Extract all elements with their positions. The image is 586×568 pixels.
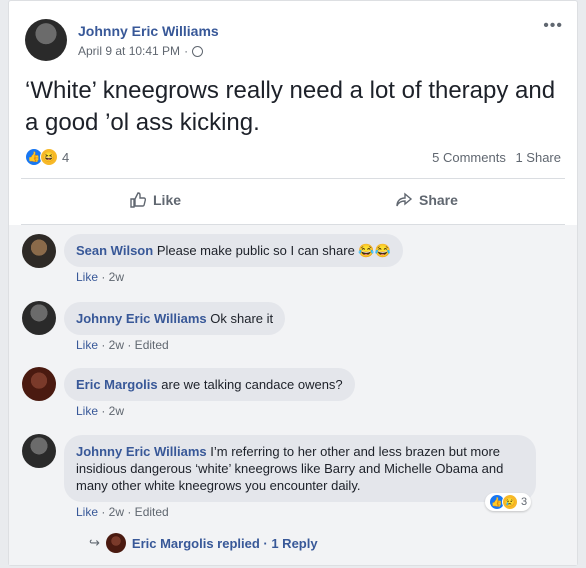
commenter-avatar[interactable]	[22, 234, 56, 268]
reply-arrow-icon: ↪	[89, 535, 100, 550]
commenter-name[interactable]: Johnny Eric Williams	[76, 444, 207, 459]
meta-separator: ·	[184, 44, 189, 58]
comment-meta-info: · 2w · Edited	[98, 505, 169, 519]
share-button[interactable]: Share	[395, 191, 458, 209]
comment-like-link[interactable]: Like	[76, 505, 98, 519]
sad-reaction-icon: 😢	[502, 494, 518, 510]
comment-reactions[interactable]: 👍 😢 3	[485, 493, 532, 511]
comment-meta: Like · 2w	[76, 270, 124, 284]
more-options-icon[interactable]: •••	[543, 17, 563, 35]
commenter-name[interactable]: Johnny Eric Williams	[76, 311, 207, 326]
divider	[21, 178, 565, 179]
post-text: ‘White’ kneegrows really need a lot of t…	[25, 77, 556, 136]
share-arrow-icon	[396, 192, 413, 207]
comment-bubble: Johnny Eric Williams Ok share it	[64, 302, 286, 335]
author-avatar[interactable]	[25, 19, 67, 61]
comment-text: Please make public so I can share 😂😂	[156, 243, 391, 258]
post-stats: 5 Comments 1 Share	[426, 150, 561, 165]
comment-meta-info: · 2w	[98, 270, 125, 284]
haha-reaction-icon: 😆	[40, 148, 58, 166]
replies-text: Eric Margolis replied · 1 Reply	[131, 535, 318, 551]
comment-text: Ok share it	[210, 311, 274, 326]
comment-bubble: Sean Wilson Please make public so I can …	[64, 234, 403, 267]
view-replies-link[interactable]: ↪ Eric Margolis replied · 1 Reply	[89, 533, 318, 553]
post-reactions[interactable]: 👍 😆 4	[25, 148, 69, 166]
comment-meta: Like · 2w · Edited	[76, 505, 169, 519]
comment-text: are we talking candace owens?	[161, 377, 343, 392]
like-button[interactable]: Like	[129, 191, 181, 209]
comment-like-link[interactable]: Like	[76, 404, 98, 418]
comment-meta-info: · 2w · Edited	[98, 338, 169, 352]
comment-like-link[interactable]: Like	[76, 270, 98, 284]
comment-bubble: Eric Margolis are we talking candace owe…	[64, 368, 355, 401]
comment-bubble: Johnny Eric Williams I’m referring to he…	[64, 435, 536, 502]
replier-avatar	[105, 533, 126, 553]
post-meta: April 9 at 10:41 PM ·	[78, 44, 204, 58]
comment-meta: Like · 2w	[76, 404, 124, 418]
like-button-label: Like	[153, 192, 182, 208]
share-button-label: Share	[419, 192, 458, 208]
commenter-avatar[interactable]	[22, 367, 56, 401]
comment-reaction-count: 3	[521, 496, 528, 508]
globe-icon[interactable]	[192, 45, 204, 57]
shares-count-link[interactable]: 1 Share	[515, 150, 561, 165]
comment-like-link[interactable]: Like	[76, 338, 98, 352]
reaction-count: 4	[62, 149, 70, 165]
commenter-name[interactable]: Eric Margolis	[76, 377, 158, 392]
comment-meta-info: · 2w	[98, 404, 125, 418]
post-author[interactable]: Johnny Eric Williams	[78, 23, 219, 39]
commenter-name[interactable]: Sean Wilson	[76, 243, 153, 258]
thumbs-up-icon	[130, 192, 147, 208]
comment-meta: Like · 2w · Edited	[76, 338, 169, 352]
post-timestamp[interactable]: April 9 at 10:41 PM	[78, 44, 180, 58]
post-card: Johnny Eric Williams April 9 at 10:41 PM…	[8, 0, 578, 566]
commenter-avatar[interactable]	[22, 301, 56, 335]
commenter-avatar[interactable]	[22, 434, 56, 468]
comments-count-link[interactable]: 5 Comments	[432, 150, 506, 165]
